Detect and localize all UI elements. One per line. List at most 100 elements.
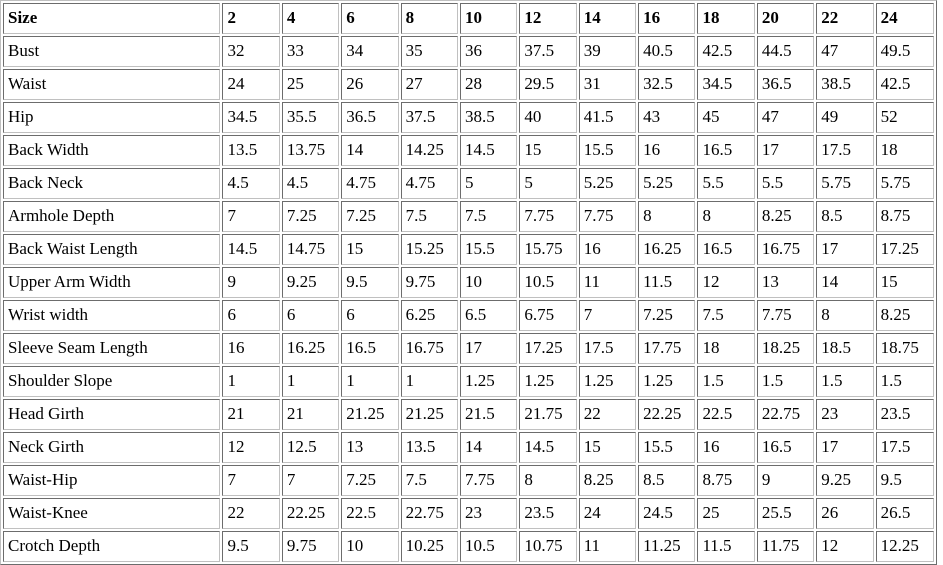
measurement-cell: 12	[222, 432, 280, 463]
measurement-cell: 47	[816, 36, 874, 67]
measurement-cell: 14	[459, 432, 518, 463]
measurement-cell: 12.25	[875, 531, 934, 562]
measurement-cell: 13.5	[400, 432, 458, 463]
measurement-cell: 7.5	[400, 201, 458, 232]
measurement-cell: 21	[281, 399, 340, 430]
measurement-cell: 32	[222, 36, 280, 67]
table-row: Head Girth 21 21 21.25 21.25 21.5 21.75 22 22.25…	[3, 399, 934, 430]
measurement-cell: 18.25	[756, 333, 815, 364]
measurement-cell: 16	[638, 135, 696, 166]
measurement-cell: 11	[578, 531, 637, 562]
table-row: Crotch Depth 9.5 9.75 10 10.25 10.5 10.75 11 11.…	[3, 531, 934, 562]
measurement-cell: 1.5	[875, 366, 934, 397]
measurement-cell: 21.5	[459, 399, 518, 430]
row-header-measurement: Waist-Knee	[3, 498, 221, 529]
measurement-cell: 8.5	[816, 201, 874, 232]
measurement-cell: 36.5	[341, 102, 399, 133]
measurement-cell: 10.5	[459, 531, 518, 562]
measurement-cell: 16.5	[697, 234, 755, 265]
measurement-cell: 24	[578, 498, 637, 529]
measurement-cell: 22	[578, 399, 637, 430]
measurement-cell: 11.75	[756, 531, 815, 562]
measurement-cell: 10.75	[519, 531, 577, 562]
measurement-cell: 5.5	[756, 168, 815, 199]
measurement-cell: 11.5	[697, 531, 755, 562]
measurement-cell: 15	[875, 267, 934, 298]
measurement-cell: 23.5	[875, 399, 934, 430]
measurement-cell: 4.75	[341, 168, 399, 199]
measurement-cell: 15.5	[638, 432, 696, 463]
measurement-cell: 8.75	[697, 465, 755, 496]
measurement-cell: 7	[222, 465, 280, 496]
row-header-measurement: Hip	[3, 102, 221, 133]
measurement-cell: 1.25	[578, 366, 637, 397]
measurement-cell: 6	[341, 300, 399, 331]
measurement-cell: 17	[756, 135, 815, 166]
measurement-cell: 8.25	[875, 300, 934, 331]
row-header-measurement: Armhole Depth	[3, 201, 221, 232]
measurement-cell: 40.5	[638, 36, 696, 67]
measurement-cell: 9.75	[281, 531, 340, 562]
measurement-cell: 34.5	[697, 69, 755, 100]
measurement-cell: 37.5	[400, 102, 458, 133]
measurement-cell: 35.5	[281, 102, 340, 133]
measurement-cell: 18.75	[875, 333, 934, 364]
measurement-cell: 25	[281, 69, 340, 100]
measurement-cell: 9	[756, 465, 815, 496]
measurement-cell: 17.5	[578, 333, 637, 364]
measurement-cell: 15	[519, 135, 577, 166]
measurement-cell: 10	[459, 267, 518, 298]
measurement-cell: 17.25	[875, 234, 934, 265]
measurement-cell: 13.5	[222, 135, 280, 166]
header-cell-size: 10	[459, 3, 518, 34]
measurement-cell: 8.5	[638, 465, 696, 496]
measurement-cell: 12	[816, 531, 874, 562]
measurement-cell: 9.25	[816, 465, 874, 496]
row-header-measurement: Neck Girth	[3, 432, 221, 463]
measurement-cell: 10	[341, 531, 399, 562]
measurement-cell: 12	[697, 267, 755, 298]
measurement-cell: 13	[341, 432, 399, 463]
measurement-cell: 7.25	[281, 201, 340, 232]
measurement-cell: 36.5	[756, 69, 815, 100]
table-row: Back Neck 4.5 4.5 4.75 4.75 5 5 5.25 5.25 5.5 5.5 5…	[3, 168, 934, 199]
header-cell-size: 24	[875, 3, 934, 34]
measurement-cell: 15	[578, 432, 637, 463]
measurement-cell: 35	[400, 36, 458, 67]
measurement-cell: 25	[697, 498, 755, 529]
measurement-cell: 15.5	[459, 234, 518, 265]
measurement-cell: 6.5	[459, 300, 518, 331]
measurement-cell: 5.5	[697, 168, 755, 199]
measurement-cell: 44.5	[756, 36, 815, 67]
table-row: Waist-Hip 7 7 7.25 7.5 7.75 8 8.25 8.5 8.75 9 9.25 9…	[3, 465, 934, 496]
measurement-cell: 11.5	[638, 267, 696, 298]
table-row: Back Waist Length 14.5 14.75 15 15.25 15.5 15.…	[3, 234, 934, 265]
measurement-cell: 22.5	[697, 399, 755, 430]
measurement-cell: 1	[341, 366, 399, 397]
measurement-cell: 7.75	[459, 465, 518, 496]
measurement-cell: 38.5	[816, 69, 874, 100]
measurement-cell: 7.5	[697, 300, 755, 331]
measurement-cell: 5	[519, 168, 577, 199]
measurement-cell: 47	[756, 102, 815, 133]
measurement-cell: 34.5	[222, 102, 280, 133]
measurement-cell: 26.5	[875, 498, 934, 529]
measurement-cell: 23	[459, 498, 518, 529]
measurement-cell: 8	[519, 465, 577, 496]
measurement-cell: 14	[816, 267, 874, 298]
table-body: Bust 32 33 34 35 36 37.5 39 40.5 42.5 44.5 47 49.5 Wa…	[3, 36, 934, 562]
row-header-measurement: Bust	[3, 36, 221, 67]
measurement-cell: 13.75	[281, 135, 340, 166]
row-header-measurement: Back Neck	[3, 168, 221, 199]
measurement-cell: 38.5	[459, 102, 518, 133]
measurement-cell: 24.5	[638, 498, 696, 529]
measurement-cell: 5.75	[816, 168, 874, 199]
measurement-cell: 14	[341, 135, 399, 166]
measurement-cell: 6.75	[519, 300, 577, 331]
measurement-cell: 4.5	[281, 168, 340, 199]
row-header-measurement: Upper Arm Width	[3, 267, 221, 298]
measurement-cell: 15.5	[578, 135, 637, 166]
measurement-cell: 5	[459, 168, 518, 199]
table-row: Wrist width 6 6 6 6.25 6.5 6.75 7 7.25 7.5 7.75 8 8.…	[3, 300, 934, 331]
table-header: Size 2 4 6 8 10 12 14 16 18 20 22 24	[3, 3, 934, 34]
